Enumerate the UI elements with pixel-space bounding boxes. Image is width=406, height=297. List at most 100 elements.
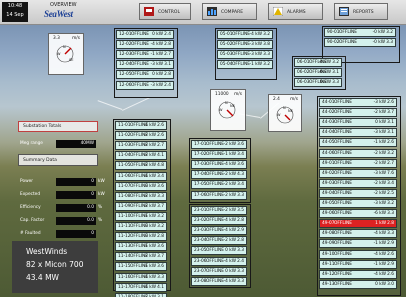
turbine-status-row[interactable]: 06-03 OFFLINE 0 kW 3.3: [294, 78, 342, 88]
reports-button[interactable]: REPORTS: [334, 3, 388, 20]
turbine-status-row[interactable]: 11-16 OFFLINE -4 kW 3.3: [115, 272, 167, 282]
turbine-status-row[interactable]: 17-02 OFFLINE -1 kW 3.4: [191, 150, 247, 160]
turbine-status-row[interactable]: 49-10 OFFLINE -4 kW 2.6: [319, 249, 397, 259]
turbine-id: 05-04: [220, 62, 233, 68]
turbine-status-row[interactable]: 05-01 OFFLINE -4 kW 3.2: [217, 30, 273, 39]
turbine-status-row[interactable]: 49-06 OFFLINE -6 kW 3.3: [319, 209, 397, 219]
turbine-status-row[interactable]: 12-01 OFFLINE 0 kW 2.4: [116, 30, 174, 39]
turbine-wind-speed: 2.8: [164, 72, 171, 78]
turbine-status-row[interactable]: 11-06 OFFLINE -4 kW 3.4: [115, 171, 167, 181]
turbine-power: -6 kW: [373, 211, 386, 217]
turbine-wind-speed: 3.6: [237, 142, 244, 147]
turbine-status-row[interactable]: 11-05 OFFLINE -2 kW 4.8: [115, 161, 167, 171]
turbine-status-row[interactable]: 12-02 OFFLINE -4 kW 2.8: [116, 40, 174, 50]
turbine-status-row[interactable]: 49-03 OFFLINE -2 kW 3.4: [319, 178, 397, 188]
turbine-status-row[interactable]: 05-02 OFFLINE -3 kW 3.8: [217, 40, 273, 50]
control-button-label: CONTROL: [158, 10, 180, 15]
turbine-wind-speed: 2.7: [157, 143, 164, 149]
compare-button[interactable]: COMPARE: [202, 3, 257, 20]
turbine-status-row[interactable]: 17-04 OFFLINE -2 kW 4.3: [191, 170, 247, 180]
turbine-status-row[interactable]: 11-14 OFFLINE -2 kW 3.7: [115, 252, 167, 262]
turbine-status-row[interactable]: 11-07 OFFLINE 0 kW 3.6: [115, 181, 167, 191]
turbine-status-row[interactable]: 49-02 OFFLINE -3 kW 7.6: [319, 168, 397, 178]
turbine-status-row[interactable]: 23-02 OFFLINE -4 kW 2.8: [191, 216, 247, 226]
turbine-status-row[interactable]: 11-15 OFFLINE -1 kW 3.6: [115, 262, 167, 272]
turbine-status-row[interactable]: 17-03 OFFLINE -4 kW 3.6: [191, 160, 247, 170]
turbine-status-row[interactable]: 06-01 OFFLINE -4 kW 3.2: [294, 58, 342, 67]
turbine-status-row[interactable]: 49-08 OFFLINE -4 kW 3.3: [319, 229, 397, 239]
cap-factor-label: Cap. Factor: [20, 218, 45, 223]
turbine-status-row[interactable]: 11-11 OFFLINE 0 kW 3.2: [115, 222, 167, 231]
turbine-wind-speed: 2.6: [157, 133, 164, 139]
turbine-status: OFFLINE: [334, 201, 352, 206]
turbine-status-row[interactable]: 11-09 OFFLINE -2 kW 3.7: [115, 201, 167, 211]
turbine-status-row[interactable]: 11-02 OFFLINE -2 kW 2.6: [115, 131, 167, 141]
turbine-power: -4 kW: [143, 173, 156, 179]
turbine-status-row[interactable]: 11-04 OFFLINE -2 kW 4.1: [115, 151, 167, 161]
turbine-status-row[interactable]: 44-01 OFFLINE -3 kW 2.6: [319, 98, 397, 107]
turbine-status-row[interactable]: 05-03 OFFLINE -3 kW 3.3: [217, 50, 273, 60]
turbine-status-row[interactable]: 23-07 OFFLINE 0 kW 3.3: [191, 266, 247, 276]
turbine-status-row[interactable]: 11-17 OFFLINE -4 kW 4.1: [115, 282, 167, 292]
power-unit: kW: [98, 179, 105, 184]
turbine-status-row[interactable]: 17-05 OFFLINE -2 kW 3.4: [191, 180, 247, 190]
turbine-wind-speed: 2.5: [387, 190, 394, 196]
turbine-status-row[interactable]: 49-11 OFFLINE -1 kW 2.9: [319, 259, 397, 269]
turbine-status-row[interactable]: 49-09 OFFLINE -1 kW 2.9: [319, 239, 397, 249]
turbine-id: 17-04: [194, 172, 207, 178]
turbine-status-row[interactable]: 23-08 OFFLINE -4 kW 3.3: [191, 276, 247, 286]
turbine-status-row[interactable]: 05-04 OFFLINE -1 kW 3.2: [217, 60, 273, 70]
substation-totals-header[interactable]: Substation Totals: [18, 121, 98, 132]
turbine-status-row[interactable]: 11-18OFFLINE-2 kW3.1: [115, 292, 167, 297]
turbine-id: 17-02: [194, 152, 207, 158]
svg-text:N: N: [63, 45, 66, 49]
turbine-id: 11-09: [118, 203, 131, 209]
turbine-status: OFFLINE: [334, 130, 352, 136]
turbine-power: -2 kW: [373, 160, 386, 166]
turbine-status-row[interactable]: 90-01 OFFLINE -0 kW 3.2: [324, 28, 396, 37]
turbine-status-row[interactable]: 44-02 OFFLINE -2 kW 3.7: [319, 108, 397, 118]
turbine-status-row[interactable]: 23-05 OFFLINE 0 kW 3.3: [191, 246, 247, 256]
turbine-status-row[interactable]: 49-05 OFFLINE -3 kW 3.2: [319, 199, 397, 208]
turbine-status-row[interactable]: 17-01 OFFLINE -2 kW 3.6: [191, 140, 247, 149]
turbine-id: 05-02: [220, 42, 233, 48]
turbine-status-row[interactable]: 44-06 OFFLINE -2 kW 3.2: [319, 148, 397, 158]
turbine-status-row[interactable]: 23-01 OFFLINE -2 kW 3.5: [191, 206, 247, 215]
turbine-status-row[interactable]: 11-13 OFFLINE -1 kW 3.6: [115, 242, 167, 252]
control-button[interactable]: CONTROL: [139, 3, 191, 20]
turbine-status-row[interactable]: 12-03 OFFLINE -1 kW 2.7: [116, 50, 174, 60]
turbine-status-row[interactable]: 49-07 OFFLINE 1 kW 2.8: [319, 219, 397, 229]
turbine-status: OFFLINE: [334, 190, 352, 196]
turbine-power: 0 kW: [225, 268, 236, 274]
turbine-id: 49-04: [322, 190, 335, 196]
turbine-status-row[interactable]: 49-13 OFFLINE 0 kW 3.0: [319, 279, 397, 289]
turbine-status-row[interactable]: 12-05 OFFLINE 0 kW 2.8: [116, 70, 174, 80]
summary-data-header[interactable]: Summary Data: [18, 154, 98, 166]
turbine-status: OFFLINE: [334, 271, 352, 277]
turbine-status-row[interactable]: 06-02 OFFLINE -6 kW 3.1: [294, 68, 342, 78]
turbine-id: 90-02: [327, 40, 340, 46]
alarms-button[interactable]: ALARMS: [268, 3, 323, 20]
turbine-status: OFFLINE: [334, 100, 352, 105]
turbine-status-row[interactable]: 23-03 OFFLINE -4 kW 2.9: [191, 226, 247, 236]
turbine-status-row[interactable]: 11-01 OFFLINE -4 kW 2.6: [115, 121, 167, 130]
turbine-wind-speed: 2.6: [387, 251, 394, 257]
turbine-status-row[interactable]: 12-06 OFFLINE -3 kW 2.4: [116, 80, 174, 90]
turbine-status-row[interactable]: 44-04 OFFLINE -3 kW 3.1: [319, 128, 397, 138]
turbine-status-row[interactable]: 49-01 OFFLINE -2 kW 2.7: [319, 158, 397, 168]
turbine-status-row[interactable]: 11-12 OFFLINE 0 kW 2.8: [115, 232, 167, 242]
turbine-status-row[interactable]: 11-03 OFFLINE -2 kW 2.7: [115, 141, 167, 151]
turbine-status: OFFLINE: [232, 42, 250, 48]
turbine-power: -1 kW: [223, 152, 236, 158]
turbine-status-row[interactable]: 23-04 OFFLINE -2 kW 2.8: [191, 236, 247, 246]
turbine-status-row[interactable]: 23-06 OFFLINE -4 kW 2.4: [191, 256, 247, 266]
turbine-status-row[interactable]: 17-06 OFFLINE -2 kW 3.3: [191, 190, 247, 200]
turbine-status-row[interactable]: 49-04 OFFLINE -2 kW 2.5: [319, 188, 397, 198]
turbine-status-row[interactable]: 49-12 OFFLINE -4 kW 2.6: [319, 269, 397, 279]
turbine-status-row[interactable]: 12-04 OFFLINE -3 kW 3.1: [116, 60, 174, 70]
turbine-status-row[interactable]: 44-05 OFFLINE -1 kW 2.6: [319, 138, 397, 148]
turbine-status-row[interactable]: 11-10 OFFLINE -1 kW 3.2: [115, 211, 167, 221]
turbine-status-row[interactable]: 11-08 OFFLINE -2 kW 3.3: [115, 191, 167, 201]
turbine-status-row[interactable]: 44-03 OFFLINE 0 kW 3.1: [319, 118, 397, 128]
turbine-status-row[interactable]: 90-02 OFFLINE -0 kW 3.3: [324, 38, 396, 48]
